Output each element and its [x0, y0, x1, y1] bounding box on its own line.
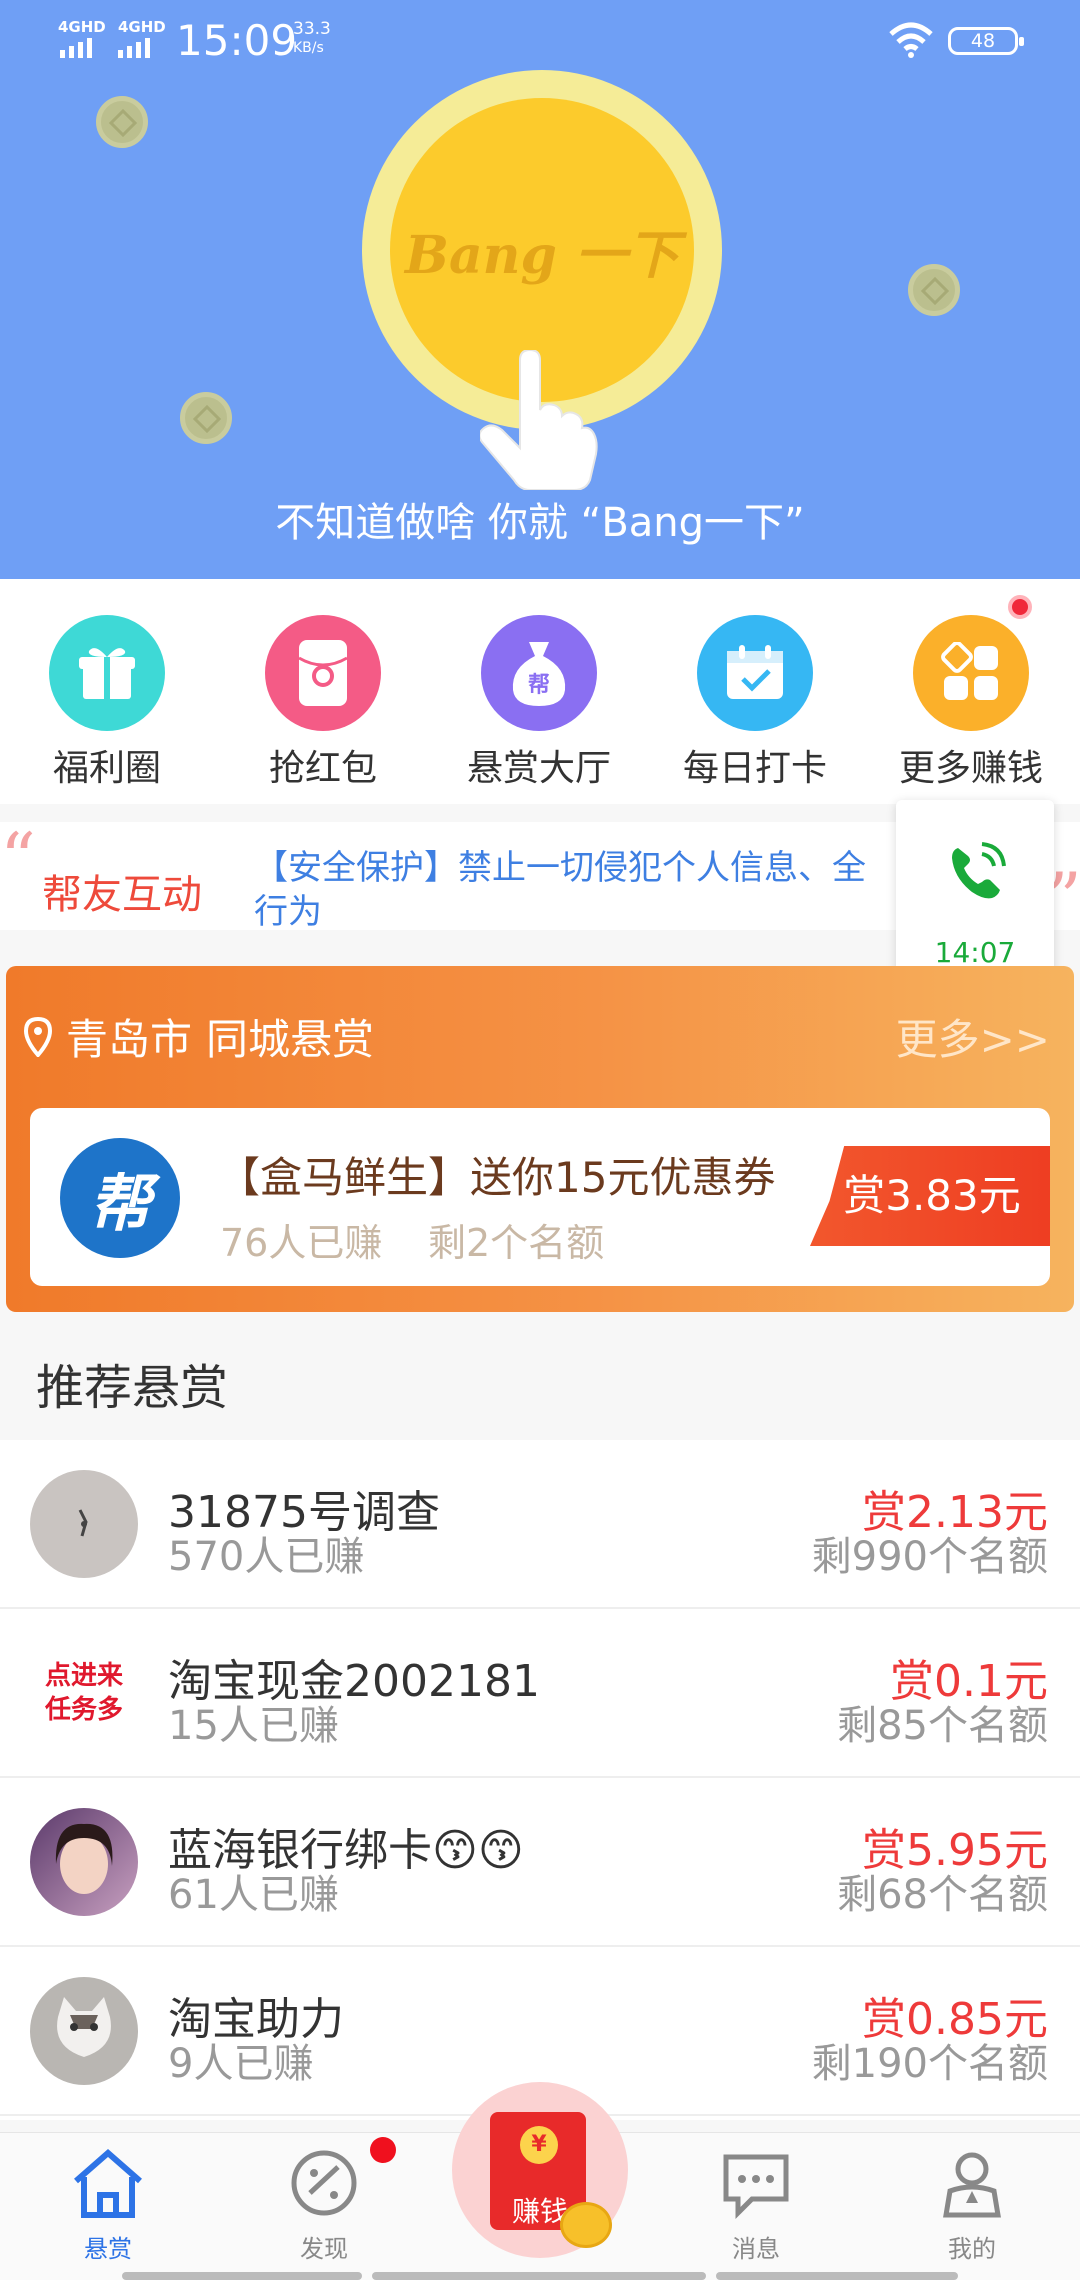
task-earned: 9人已赚	[168, 2041, 314, 2087]
gift-icon	[49, 615, 165, 731]
tab-label: 悬赏	[84, 2235, 132, 2263]
deal-reward-badge: 赏3.83元	[810, 1146, 1050, 1246]
red-packet-icon	[265, 615, 381, 731]
avatar-text: 点进来 任务多	[44, 1661, 123, 1725]
earn-money-button[interactable]: ¥ 赚钱	[452, 2082, 628, 2258]
quick-item-daily-checkin[interactable]: 每日打卡	[650, 615, 860, 791]
phone-call-icon	[952, 842, 1006, 899]
location-pin-icon	[24, 1016, 52, 1057]
quick-item-red-packet[interactable]: 抢红包	[218, 615, 428, 791]
tab-label: 我的	[948, 2235, 996, 2263]
call-duration: 14:07	[934, 936, 1016, 969]
home-icon	[74, 2149, 142, 2218]
task-quota: 剩190个名额	[811, 2041, 1048, 2087]
quick-menu: 福利圈 抢红包 帮 悬赏大厅 每日打卡 更多赚钱	[0, 579, 1080, 804]
task-earned: 570人已赚	[168, 1534, 365, 1580]
wifi-icon	[889, 22, 933, 58]
hero-banner[interactable]: 4GHD 4GHD 15:09 33.3 KB/s 48 Bang 一下 不知道…	[0, 0, 1080, 579]
gesture-bar	[122, 2272, 362, 2280]
task-earned: 15人已赚	[168, 1703, 339, 1749]
quick-item-reward-hall[interactable]: 帮 悬赏大厅	[434, 615, 644, 791]
calendar-check-icon	[697, 615, 813, 731]
quick-item-label: 更多赚钱	[898, 748, 1043, 789]
hero-tagline: 不知道做啥 你就 “Bang一下”	[275, 500, 805, 546]
notice-title: 帮友互动	[42, 872, 202, 918]
bang-logo: 帮	[60, 1138, 180, 1258]
tab-mine[interactable]: 我的	[902, 2143, 1042, 2264]
list-item[interactable]: 点进来 任务多 淘宝现金2002181 15人已赚 赏0.1元 剩85个名额	[0, 1609, 1080, 1778]
tab-label: 消息	[732, 2235, 780, 2263]
task-earned: 61人已赚	[168, 1872, 339, 1918]
coin-label: Bang 一下	[405, 224, 679, 286]
discover-palette-icon	[291, 2150, 357, 2216]
city-deal-item[interactable]: 帮 【盒马鲜生】送你15元优惠券 76人已赚 剩2个名额 赏3.83元	[30, 1108, 1050, 1286]
task-quota: 剩990个名额	[811, 1534, 1048, 1580]
network-speed: 33.3 KB/s	[293, 19, 331, 57]
money-bag-icon: 帮	[481, 615, 597, 731]
tab-label: 发现	[300, 2235, 348, 2263]
city-reward-card: 青岛市 同城悬赏 更多>> 帮 【盒马鲜生】送你15元优惠券 76人已赚 剩2个…	[6, 966, 1074, 1312]
status-bar: 4GHD 4GHD 15:09 33.3 KB/s 48	[0, 0, 1080, 80]
open-quote-icon: “	[0, 818, 36, 900]
list-item[interactable]: 31875号调查 570人已赚 赏2.13元 剩990个名额	[0, 1440, 1080, 1609]
yuan-coin-icon: ¥	[520, 2126, 558, 2164]
signal-indicator-2: 4GHD	[118, 18, 166, 36]
battery-indicator: 48	[948, 27, 1024, 55]
quick-item-welfare[interactable]: 福利圈	[2, 615, 212, 791]
notification-dot	[1008, 595, 1032, 619]
quick-item-label: 福利圈	[52, 748, 161, 789]
avatar	[30, 1470, 138, 1578]
signal-bars-icon	[60, 38, 92, 58]
city-name: 青岛市	[66, 1015, 193, 1064]
task-quota: 剩68个名额	[837, 1872, 1048, 1918]
pointer-hand-icon	[480, 350, 598, 490]
tab-discover[interactable]: 发现	[254, 2143, 394, 2264]
decor-coin-icon	[96, 96, 148, 148]
avatar	[30, 1808, 138, 1916]
deal-quota: 剩2个名额	[428, 1221, 605, 1265]
signal-bars-icon	[118, 38, 150, 58]
city-more-link[interactable]: 更多>>	[896, 1006, 1050, 1067]
message-icon	[723, 2154, 789, 2220]
recommend-title: 推荐悬赏	[36, 1360, 229, 1416]
recommend-list: 31875号调查 570人已赚 赏2.13元 剩990个名额 点进来 任务多 淘…	[0, 1440, 1080, 2120]
svg-text:帮: 帮	[528, 672, 550, 698]
tab-messages[interactable]: 消息	[686, 2143, 826, 2264]
quick-item-label: 抢红包	[268, 748, 377, 789]
city-header: 青岛市 同城悬赏	[24, 1006, 374, 1067]
list-item[interactable]: 蓝海银行绑卡😙😙 61人已赚 赏5.95元 剩68个名额	[0, 1778, 1080, 1947]
discover-badge-dot	[370, 2137, 396, 2163]
quick-item-more-earn[interactable]: 更多赚钱	[866, 615, 1076, 791]
deal-title: 【盒马鲜生】送你15元优惠券	[218, 1153, 776, 1202]
status-time: 15:09	[176, 16, 298, 65]
grid-more-icon	[913, 615, 1029, 731]
signal-indicator-1: 4GHD	[58, 18, 106, 36]
avatar: 点进来 任务多	[30, 1639, 138, 1747]
city-reward-label: 同城悬赏	[206, 1015, 375, 1064]
deal-earned: 76人已赚	[220, 1221, 383, 1265]
user-icon	[943, 2152, 1001, 2218]
gold-coins-icon	[560, 2202, 612, 2248]
task-quota: 剩85个名额	[837, 1703, 1048, 1749]
tab-home[interactable]: 悬赏	[38, 2143, 178, 2264]
gesture-bar	[372, 2272, 706, 2280]
avatar	[30, 1977, 138, 2085]
decor-coin-icon	[180, 392, 232, 444]
quick-item-label: 悬赏大厅	[466, 748, 611, 789]
notice-message: 【安全保护】禁止一切侵犯个人信息、全行为	[254, 848, 866, 932]
decor-coin-icon	[908, 264, 960, 316]
quick-item-label: 每日打卡	[682, 748, 827, 789]
gesture-bar	[716, 2272, 958, 2280]
